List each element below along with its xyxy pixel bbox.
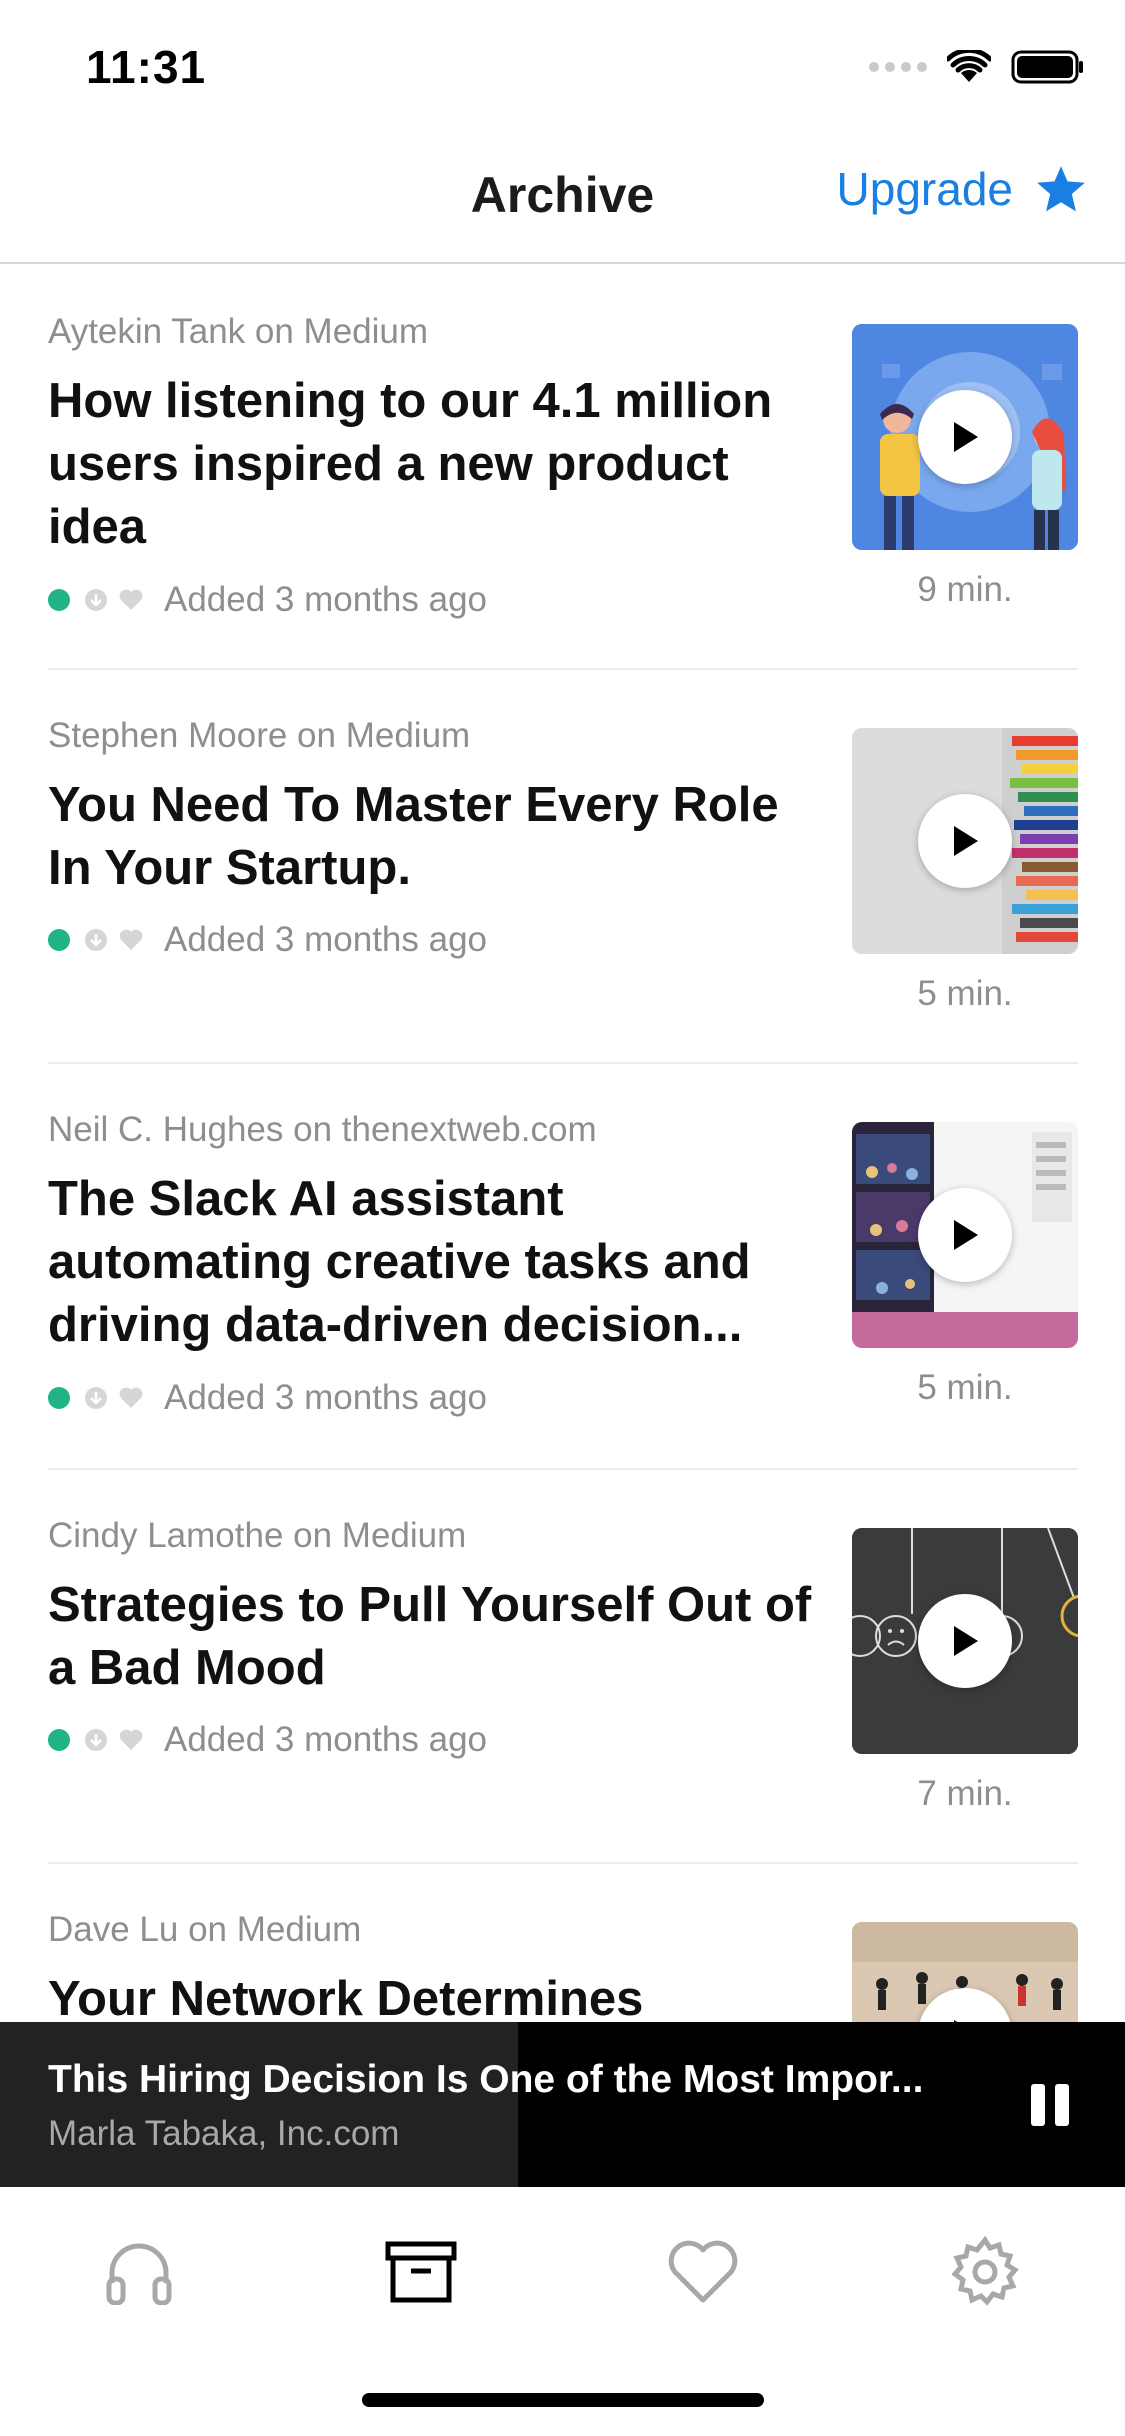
gear-icon (951, 2236, 1019, 2306)
article-meta: Added 3 months ago (48, 580, 487, 620)
status-dot (48, 1387, 70, 1409)
tab-listen[interactable] (94, 2227, 184, 2317)
status-indicators (869, 50, 1085, 84)
article-source: Aytekin Tank on Medium (48, 312, 429, 351)
navigation-bar: Archive Upgrade (0, 132, 1125, 264)
article-duration: 9 min. (917, 570, 1013, 609)
cellular-signal-icon (869, 62, 927, 72)
play-icon (954, 422, 978, 452)
heart-small-icon (119, 589, 143, 610)
play-icon (954, 1626, 978, 1656)
added-date: Added 3 months ago (164, 1378, 488, 1417)
article-item[interactable]: Neil C. Hughes on thenextweb.com The Sla… (48, 1064, 1078, 1470)
article-source: Dave Lu on Medium (48, 1910, 362, 1949)
article-meta: Added 3 months ago (48, 1720, 487, 1760)
article-item[interactable]: Cindy Lamothe on Medium Strategies to Pu… (48, 1470, 1078, 1864)
added-date: Added 3 months ago (164, 1720, 488, 1759)
play-icon (954, 826, 978, 856)
archive-icon (385, 2241, 457, 2303)
tab-archive[interactable] (376, 2227, 466, 2317)
article-source: Stephen Moore on Medium (48, 716, 471, 755)
upgrade-label: Upgrade (836, 163, 1013, 215)
pause-icon (1031, 2084, 1069, 2126)
added-date: Added 3 months ago (164, 580, 488, 619)
now-playing-bar[interactable]: This Hiring Decision Is One of the Most … (0, 2022, 1125, 2187)
wifi-icon (947, 50, 991, 82)
status-dot (48, 589, 70, 611)
article-thumbnail (852, 1922, 1078, 2022)
article-title: The Slack AI assistant automating creati… (48, 1172, 751, 1352)
article-thumbnail (852, 324, 1078, 550)
article-title: You Need To Master Every Role In Your St… (48, 778, 779, 895)
article-meta: Added 3 months ago (48, 920, 487, 960)
star-icon (1037, 166, 1085, 212)
article-meta: Added 3 months ago (48, 1378, 487, 1418)
article-list[interactable]: Aytekin Tank on Medium How listening to … (0, 266, 1125, 2022)
article-duration: 7 min. (917, 1774, 1013, 1813)
article-item[interactable]: Aytekin Tank on Medium How listening to … (48, 266, 1078, 670)
play-icon (954, 1220, 978, 1250)
status-bar: 11:31 (0, 0, 1125, 132)
status-dot (48, 929, 70, 951)
play-button[interactable] (918, 1594, 1012, 1688)
article-thumbnail (852, 1528, 1078, 1754)
tab-settings[interactable] (940, 2227, 1030, 2317)
article-duration: 5 min. (917, 1368, 1013, 1407)
article-thumbnail (852, 1122, 1078, 1348)
headphones-icon (106, 2243, 172, 2305)
play-button[interactable] (918, 390, 1012, 484)
heart-small-icon (119, 929, 143, 950)
article-item[interactable]: Dave Lu on Medium Your Network Determine… (48, 1864, 1078, 2022)
heart-small-icon (119, 1387, 143, 1408)
article-item[interactable]: Stephen Moore on Medium You Need To Mast… (48, 670, 1078, 1064)
status-dot (48, 1729, 70, 1751)
download-icon (85, 1729, 107, 1751)
now-playing-subtitle: Marla Tabaka, Inc.com (48, 2114, 400, 2153)
download-icon (85, 1387, 107, 1409)
playback-progress (0, 2022, 518, 2187)
article-duration: 5 min. (917, 974, 1013, 1013)
now-playing-title: This Hiring Decision Is One of the Most … (48, 2058, 924, 2101)
heart-icon (668, 2240, 738, 2303)
upgrade-button[interactable]: Upgrade (837, 162, 1087, 216)
article-thumbnail (852, 728, 1078, 954)
download-icon (85, 589, 107, 611)
play-button[interactable] (918, 1188, 1012, 1282)
home-indicator[interactable] (362, 2393, 764, 2407)
article-title: How listening to our 4.1 million users i… (48, 374, 773, 554)
article-source: Cindy Lamothe on Medium (48, 1516, 467, 1555)
download-icon (85, 929, 107, 951)
play-button[interactable] (918, 794, 1012, 888)
status-time: 11:31 (86, 41, 207, 93)
added-date: Added 3 months ago (164, 920, 488, 959)
pause-button[interactable] (1023, 2078, 1077, 2132)
article-title: Strategies to Pull Yourself Out of a Bad… (48, 1578, 812, 1695)
battery-icon (1011, 50, 1083, 84)
tab-favorites[interactable] (658, 2227, 748, 2317)
heart-small-icon (119, 1729, 143, 1750)
article-source: Neil C. Hughes on thenextweb.com (48, 1110, 597, 1149)
article-title: Your Network Determines (48, 1972, 644, 2022)
